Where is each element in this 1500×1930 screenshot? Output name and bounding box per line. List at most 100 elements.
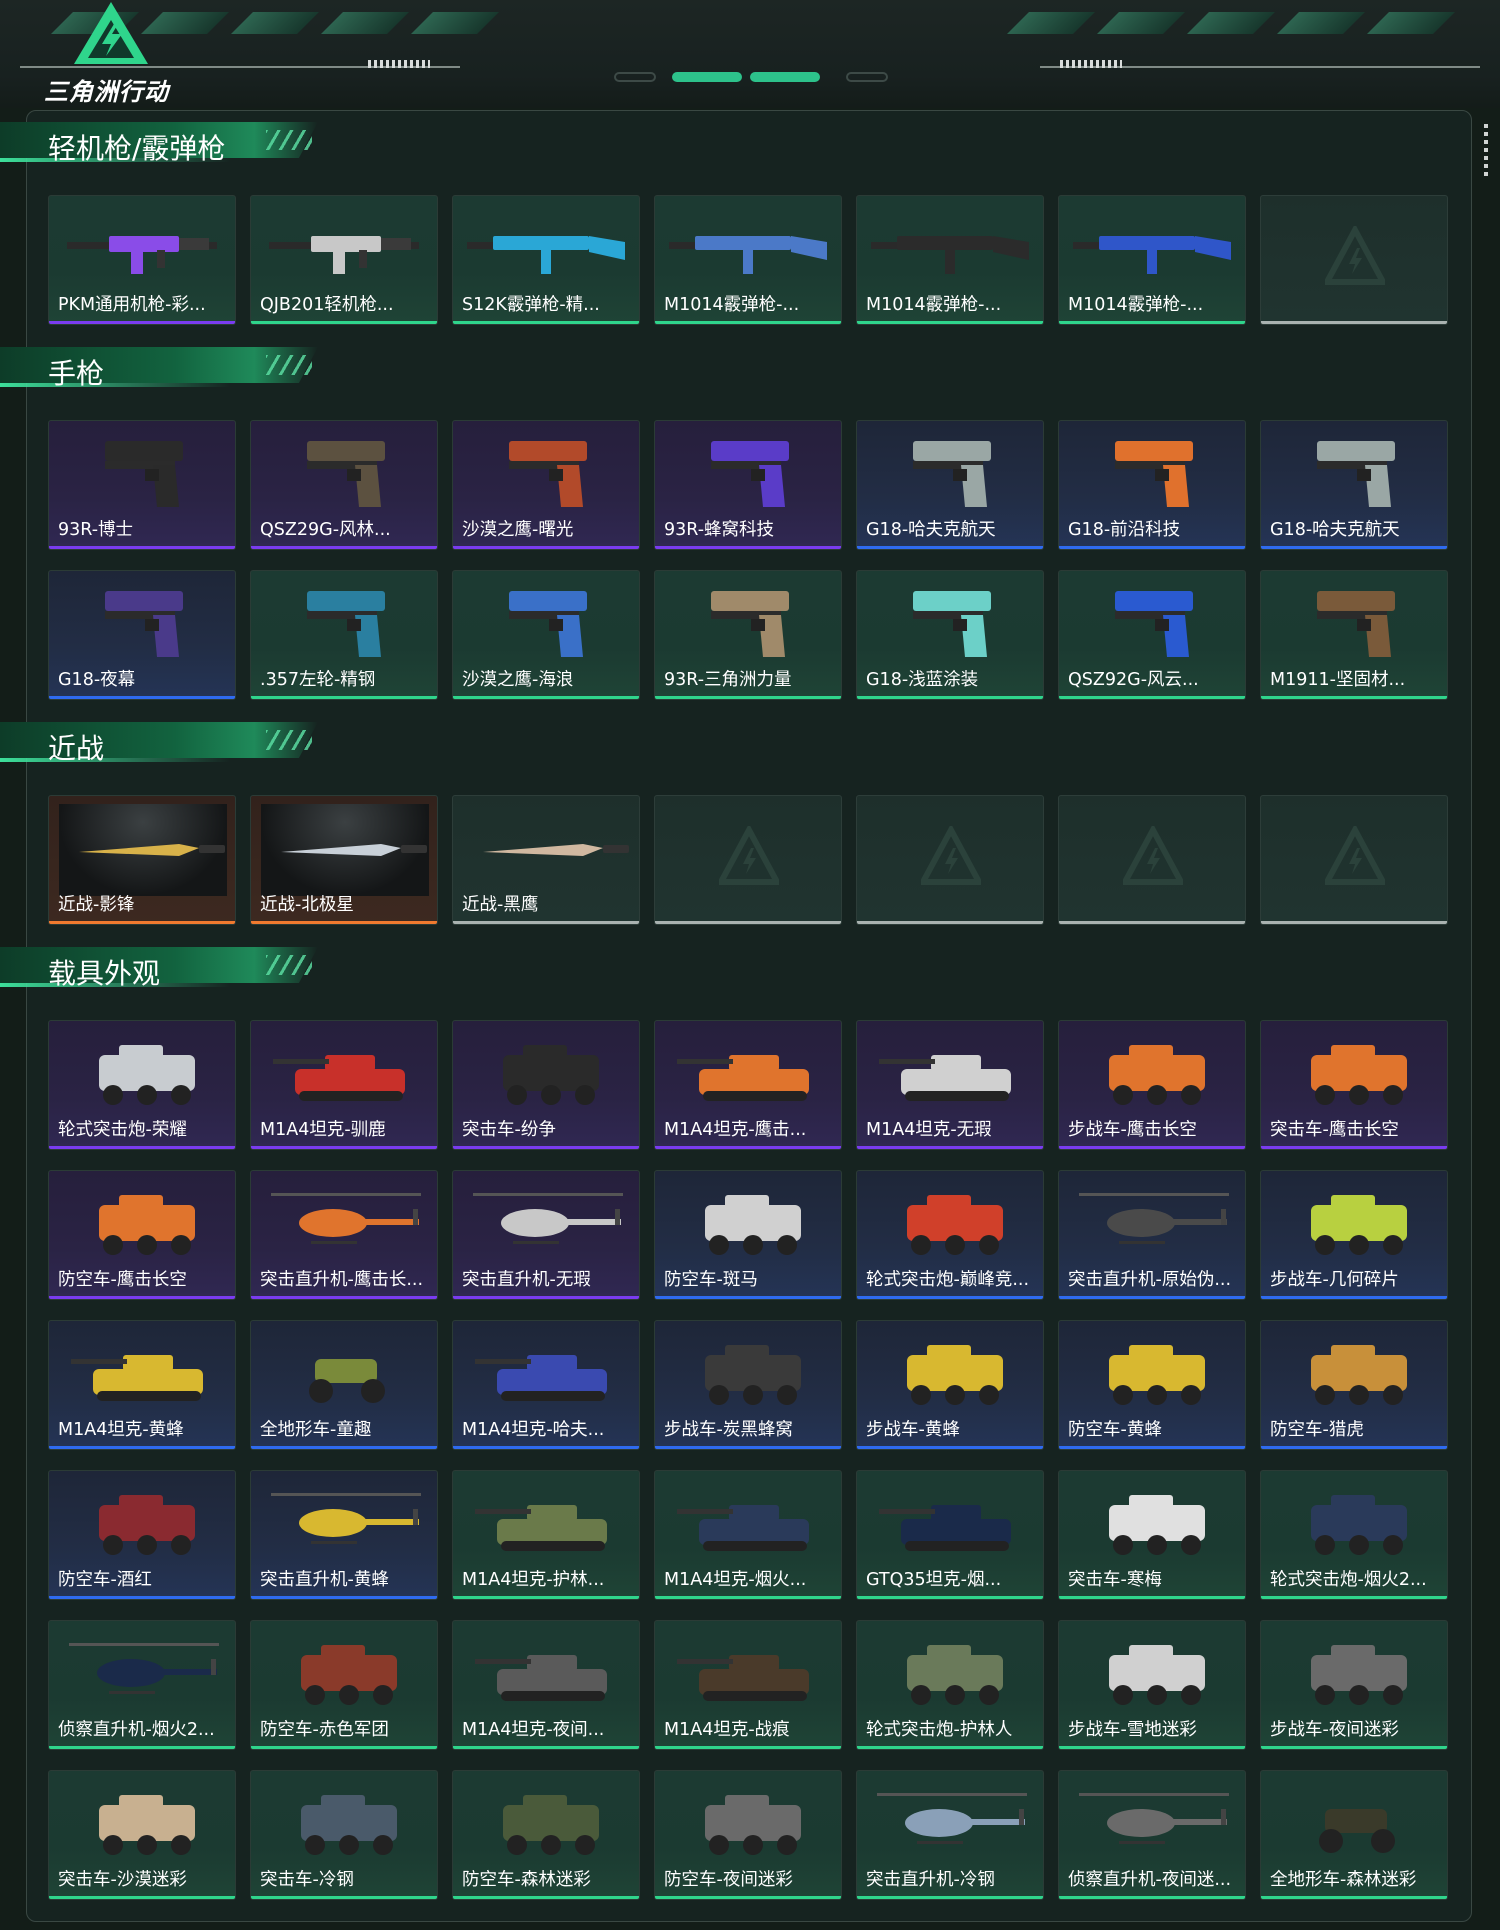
item-card[interactable]: 防空车-斑马 <box>654 1170 842 1300</box>
item-card[interactable]: QSZ29G-风林... <box>250 420 438 550</box>
item-card[interactable]: M1A4坦克-烟火... <box>654 1470 842 1600</box>
item-card[interactable]: GTQ35坦克-烟... <box>856 1470 1044 1600</box>
item-card[interactable]: M1014霰弹枪-... <box>1058 195 1246 325</box>
item-card[interactable]: 近战-北极星 <box>250 795 438 925</box>
page-indicator-active[interactable] <box>750 72 820 82</box>
empty-slot-card[interactable] <box>1260 795 1448 925</box>
item-card[interactable]: M1A4坦克-无瑕 <box>856 1020 1044 1150</box>
item-card[interactable]: M1A4坦克-护林... <box>452 1470 640 1600</box>
rarity-underline <box>251 1896 437 1899</box>
item-card[interactable]: 突击车-寒梅 <box>1058 1470 1246 1600</box>
item-card[interactable]: 轮式突击炮-巅峰竞... <box>856 1170 1044 1300</box>
item-card[interactable]: 突击直升机-冷钢 <box>856 1770 1044 1900</box>
item-card[interactable]: G18-哈夫克航天 <box>856 420 1044 550</box>
rarity-underline <box>453 1446 639 1449</box>
item-card[interactable]: QJB201轻机枪... <box>250 195 438 325</box>
item-card[interactable]: 全地形车-童趣 <box>250 1320 438 1450</box>
item-card[interactable]: M1014霰弹枪-... <box>856 195 1044 325</box>
item-card[interactable]: 93R-三角洲力量 <box>654 570 842 700</box>
item-label: 防空车-鹰击长空 <box>58 1270 187 1290</box>
item-card[interactable]: 侦察直升机-烟火2... <box>48 1620 236 1750</box>
item-card[interactable]: 突击车-纷争 <box>452 1020 640 1150</box>
knife-icon <box>79 844 225 856</box>
item-card[interactable]: M1014霰弹枪-... <box>654 195 842 325</box>
item-card[interactable]: 沙漠之鹰-海浪 <box>452 570 640 700</box>
item-card[interactable]: M1A4坦克-哈夫... <box>452 1320 640 1450</box>
item-card[interactable]: 突击车-冷钢 <box>250 1770 438 1900</box>
item-card[interactable]: 突击直升机-原始伪... <box>1058 1170 1246 1300</box>
top-header: 三角洲行动 <box>0 0 1500 108</box>
page-indicator[interactable] <box>614 72 656 82</box>
item-label: G18-夜幕 <box>58 670 136 690</box>
item-card[interactable]: 防空车-黄蜂 <box>1058 1320 1246 1450</box>
rarity-underline <box>453 921 639 924</box>
page-indicator-active[interactable] <box>672 72 742 82</box>
empty-slot-card[interactable] <box>654 795 842 925</box>
rarity-underline <box>453 1296 639 1299</box>
item-card[interactable]: M1A4坦克-驯鹿 <box>250 1020 438 1150</box>
item-card[interactable]: M1A4坦克-夜间... <box>452 1620 640 1750</box>
item-card[interactable]: 步战车-鹰击长空 <box>1058 1020 1246 1150</box>
page-indicator[interactable] <box>846 72 888 82</box>
item-card[interactable]: 侦察直升机-夜间迷... <box>1058 1770 1246 1900</box>
item-card[interactable]: G18-夜幕 <box>48 570 236 700</box>
ifv-icon <box>705 1345 801 1405</box>
item-card[interactable]: 突击车-鹰击长空 <box>1260 1020 1448 1150</box>
item-card[interactable]: 步战车-炭黑蜂窝 <box>654 1320 842 1450</box>
item-card[interactable]: G18-前沿科技 <box>1058 420 1246 550</box>
item-card[interactable]: 防空车-酒红 <box>48 1470 236 1600</box>
item-card[interactable]: 步战车-夜间迷彩 <box>1260 1620 1448 1750</box>
item-card[interactable]: M1A4坦克-黄蜂 <box>48 1320 236 1450</box>
item-label: 突击直升机-黄蜂 <box>260 1570 389 1590</box>
item-card[interactable]: QSZ92G-风云... <box>1058 570 1246 700</box>
item-card[interactable]: 近战-影锋 <box>48 795 236 925</box>
empty-slot-card[interactable] <box>1058 795 1246 925</box>
item-card[interactable]: G18-浅蓝涂装 <box>856 570 1044 700</box>
item-card[interactable]: 93R-博士 <box>48 420 236 550</box>
item-card[interactable]: 防空车-猎虎 <box>1260 1320 1448 1450</box>
item-label: 步战车-鹰击长空 <box>1068 1120 1197 1140</box>
item-label: 防空车-森林迷彩 <box>462 1870 591 1890</box>
item-label: 93R-蜂窝科技 <box>664 520 775 540</box>
rarity-underline <box>453 696 639 699</box>
item-card[interactable]: 突击直升机-黄蜂 <box>250 1470 438 1600</box>
item-card[interactable]: 近战-黑鹰 <box>452 795 640 925</box>
rarity-underline <box>49 1146 235 1149</box>
item-card[interactable]: 轮式突击炮-荣耀 <box>48 1020 236 1150</box>
rarity-underline <box>655 696 841 699</box>
item-card[interactable]: M1A4坦克-战痕 <box>654 1620 842 1750</box>
empty-slot-card[interactable] <box>856 795 1044 925</box>
item-card[interactable]: 轮式突击炮-烟火2... <box>1260 1470 1448 1600</box>
item-card[interactable]: 防空车-森林迷彩 <box>452 1770 640 1900</box>
item-card[interactable]: M1A4坦克-鹰击... <box>654 1020 842 1150</box>
item-card[interactable]: 突击直升机-无瑕 <box>452 1170 640 1300</box>
section-title: 手枪 <box>48 357 105 390</box>
empty-slot-card[interactable] <box>1260 195 1448 325</box>
item-card[interactable]: M1911-坚固材... <box>1260 570 1448 700</box>
item-card[interactable]: 步战车-几何碎片 <box>1260 1170 1448 1300</box>
ifv-icon <box>1311 1195 1407 1255</box>
item-card[interactable]: 93R-蜂窝科技 <box>654 420 842 550</box>
item-card[interactable]: S12K霰弹枪-精... <box>452 195 640 325</box>
item-card[interactable]: 步战车-黄蜂 <box>856 1320 1044 1450</box>
item-label: 沙漠之鹰-曙光 <box>462 520 574 540</box>
tank-icon <box>475 1655 607 1701</box>
item-card[interactable]: 轮式突击炮-护林人 <box>856 1620 1044 1750</box>
scrollbar-handle[interactable] <box>1484 124 1488 176</box>
item-card[interactable]: 防空车-赤色军团 <box>250 1620 438 1750</box>
item-card[interactable]: 步战车-雪地迷彩 <box>1058 1620 1246 1750</box>
item-card[interactable]: 防空车-夜间迷彩 <box>654 1770 842 1900</box>
item-card[interactable]: 突击车-沙漠迷彩 <box>48 1770 236 1900</box>
item-label: M1A4坦克-烟火... <box>664 1570 807 1590</box>
item-card[interactable]: 全地形车-森林迷彩 <box>1260 1770 1448 1900</box>
item-card[interactable]: 突击直升机-鹰击长... <box>250 1170 438 1300</box>
item-card[interactable]: .357左轮-精钢 <box>250 570 438 700</box>
item-card[interactable]: 防空车-鹰击长空 <box>48 1170 236 1300</box>
item-label: QSZ92G-风云... <box>1068 670 1199 690</box>
item-card[interactable]: 沙漠之鹰-曙光 <box>452 420 640 550</box>
item-label: 防空车-酒红 <box>58 1570 152 1590</box>
item-card[interactable]: G18-哈夫克航天 <box>1260 420 1448 550</box>
armored-car-icon <box>907 1645 1003 1705</box>
item-label: G18-哈夫克航天 <box>1270 520 1400 540</box>
item-card[interactable]: PKM通用机枪-彩... <box>48 195 236 325</box>
